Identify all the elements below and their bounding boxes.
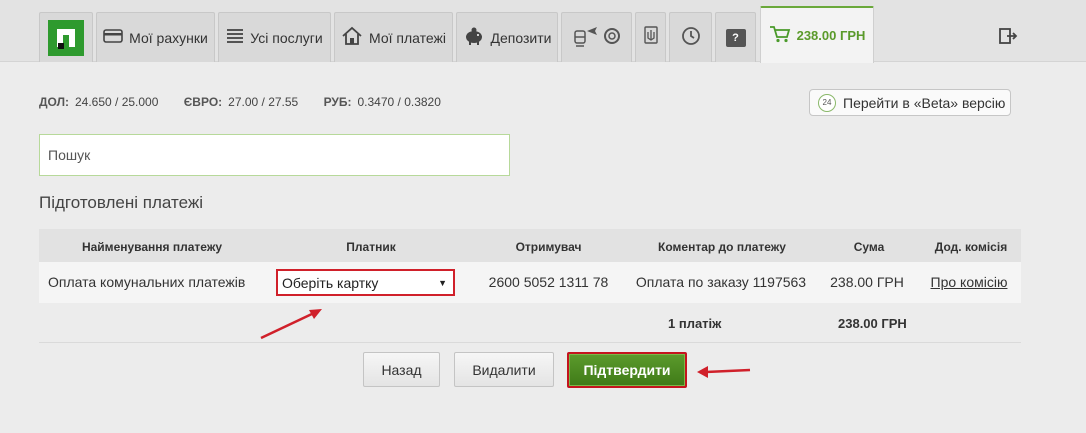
column-header-comment: Коментар до платежу bbox=[658, 240, 786, 254]
home-icon bbox=[341, 26, 363, 49]
search-input[interactable] bbox=[39, 134, 510, 176]
column-header-recipient: Отримувач bbox=[515, 240, 582, 254]
rub-rate: 0.3470 / 0.3820 bbox=[357, 95, 441, 109]
rub-label: РУБ: bbox=[323, 95, 352, 109]
privatbank-logo bbox=[48, 19, 84, 56]
arrow-to-confirm bbox=[697, 366, 751, 378]
piggy-bank-icon bbox=[463, 27, 485, 48]
top-navigation: Мої рахунки Усі послуги Мої платежі Депо… bbox=[0, 0, 1086, 63]
beta-label: Перейти в «Beta» версію bbox=[843, 94, 1006, 111]
help-icon: ? bbox=[725, 28, 746, 47]
tab-label: Мої рахунки bbox=[129, 29, 208, 46]
payment-total: 238.00 ГРН bbox=[838, 316, 907, 331]
exchange-rates: ДОЛ: 24.650 / 25.000 ЄВРО: 27.00 / 27.55 Р… bbox=[39, 95, 463, 109]
cart-icon bbox=[769, 25, 791, 46]
payment-count: 1 платіж bbox=[668, 316, 722, 331]
column-header-commission: Дод. комісія bbox=[934, 240, 1008, 254]
tab-my-payments[interactable]: Мої платежі bbox=[334, 12, 453, 62]
back-button[interactable]: Назад bbox=[363, 352, 440, 387]
clock-back-icon bbox=[680, 25, 702, 50]
tab-travel[interactable] bbox=[561, 12, 632, 62]
logo-tab[interactable] bbox=[39, 12, 93, 62]
tab-label: Усі послуги bbox=[250, 29, 323, 46]
column-header-amount: Сума bbox=[853, 240, 885, 254]
tab-label: Мої платежі bbox=[369, 29, 446, 46]
logout-icon[interactable] bbox=[998, 26, 1018, 51]
column-header-name: Найменування платежу bbox=[81, 240, 223, 254]
cart-total: 238.00 ГРН bbox=[796, 28, 866, 43]
beta-24-icon: 24 bbox=[818, 93, 836, 112]
delete-button[interactable]: Видалити bbox=[454, 352, 554, 387]
card-icon bbox=[103, 29, 123, 46]
train-plane-icon bbox=[573, 25, 599, 50]
beta-version-button[interactable]: 24 Перейти в «Beta» версію bbox=[809, 89, 1011, 116]
tab-deposits[interactable]: Депозити bbox=[456, 12, 558, 62]
lifebuoy-icon bbox=[603, 27, 621, 48]
table-header: Найменування платежу Платник Отримувач К… bbox=[39, 229, 1021, 262]
confirm-button[interactable]: Підтвердити bbox=[567, 352, 687, 388]
tab-history[interactable] bbox=[669, 12, 712, 62]
tab-label: Депозити bbox=[490, 29, 552, 46]
help-label: ? bbox=[732, 31, 739, 44]
eur-rate: 27.00 / 27.55 bbox=[228, 95, 299, 109]
tab-my-accounts[interactable]: Мої рахунки bbox=[96, 12, 215, 62]
dropdown-arrow-icon: ▼ bbox=[438, 278, 447, 288]
commission-link[interactable]: Про комісію bbox=[921, 274, 1017, 290]
payer-card-select[interactable]: Оберіть картку ▼ bbox=[276, 269, 455, 296]
table-footer: 1 платіж 238.00 ГРН bbox=[39, 303, 1021, 343]
list-icon bbox=[226, 28, 244, 47]
payment-amount: 238.00 ГРН bbox=[830, 274, 904, 290]
table-row: Оплата комунальних платежів Оберіть карт… bbox=[39, 262, 1021, 303]
recipient-account: 2600 5052 1311 78 bbox=[488, 274, 609, 290]
eur-label: ЄВРО: bbox=[183, 95, 223, 109]
page-title: Підготовлені платежі bbox=[39, 193, 203, 212]
tab-government[interactable] bbox=[635, 12, 666, 62]
tab-help[interactable]: ? bbox=[715, 12, 756, 62]
usd-rate: 24.650 / 25.000 bbox=[75, 95, 159, 109]
column-header-payer: Платник bbox=[346, 240, 396, 254]
tab-cart[interactable]: 238.00 ГРН bbox=[760, 6, 874, 63]
payer-select-value: Оберіть картку bbox=[282, 274, 379, 291]
usd-label: ДОЛ: bbox=[39, 95, 69, 109]
trident-icon bbox=[643, 26, 658, 49]
tab-all-services[interactable]: Усі послуги bbox=[218, 12, 331, 62]
prepared-payments-table: Найменування платежу Платник Отримувач К… bbox=[39, 229, 1021, 343]
payment-name: Оплата комунальних платежів bbox=[48, 274, 246, 290]
payment-comment: Оплата по заказу 1197563 bbox=[635, 274, 807, 290]
